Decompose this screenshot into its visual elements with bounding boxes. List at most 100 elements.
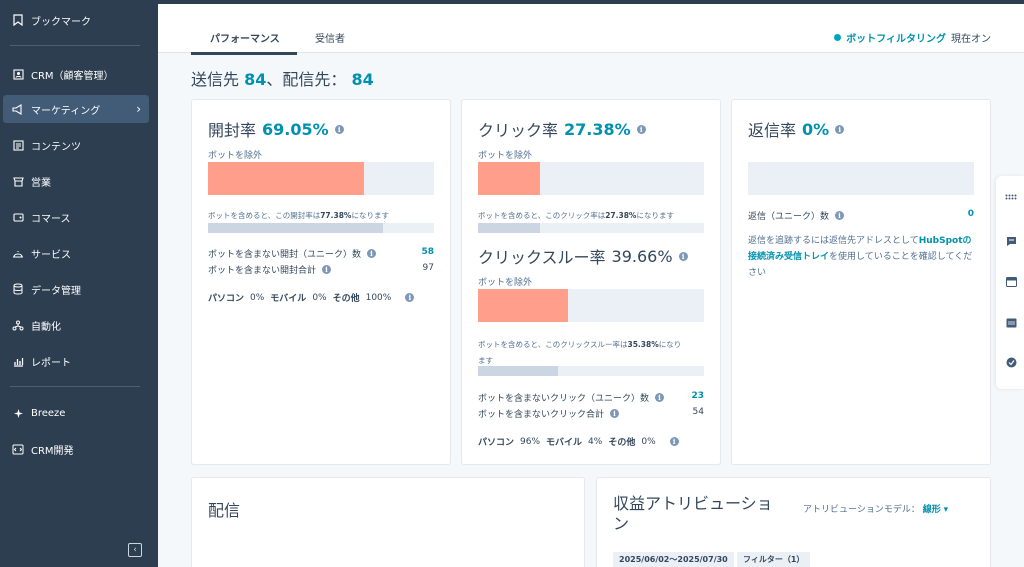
note-value: 35.38% bbox=[627, 340, 659, 349]
apps-grid-icon[interactable] bbox=[1004, 190, 1018, 204]
attribution-model-selector[interactable]: アトリビューションモデル： 線形 ▾ bbox=[803, 502, 948, 515]
revenue-attribution-card: 収益アトリビューショ ン アトリビューションモデル： 線形 ▾ 2025/06/… bbox=[596, 477, 991, 567]
other-value: 100% bbox=[365, 292, 392, 303]
chat-icon[interactable] bbox=[1004, 234, 1018, 248]
open-rate-with-bots-fill bbox=[208, 223, 383, 233]
calendar-icon[interactable] bbox=[1004, 315, 1018, 329]
unique-replies-text: 返信（ユニーク）数 bbox=[748, 212, 830, 222]
sidebar-item-crm-dev[interactable]: CRM開発 bbox=[3, 435, 149, 463]
sidebar-item-sales[interactable]: 営業 bbox=[3, 167, 149, 195]
reply-rate-label: 返信率 bbox=[748, 121, 797, 140]
bot-filter-status[interactable]: ボットフィルタリング 現在オン bbox=[834, 30, 991, 45]
total-opens-label: ボットを含まない開封合計 i bbox=[208, 263, 332, 276]
date-range-chip[interactable]: 2025/06/02〜2025/07/30 bbox=[613, 552, 734, 567]
delivered-label: 、配信先： bbox=[266, 70, 347, 89]
note-prefix: 返信を追跡するには返信先アドレスとして bbox=[748, 236, 919, 246]
bot-filter-label: ボットフィルタリング bbox=[846, 34, 946, 45]
open-rate-card: 開封率 69.05% i ボットを除外 ボットを含めると、この開封率は77.38… bbox=[191, 99, 451, 465]
send-summary: 送信先 84、配信先： 84 bbox=[191, 66, 374, 90]
megaphone-icon bbox=[11, 102, 25, 116]
note-prefix: ボットを含めると、このクリック率は bbox=[478, 211, 606, 220]
info-icon[interactable]: i bbox=[835, 124, 845, 134]
sidebar-item-automation[interactable]: 自動化 bbox=[3, 311, 149, 339]
sidebar-item-content[interactable]: コンテンツ bbox=[3, 131, 149, 159]
info-icon[interactable]: i bbox=[636, 124, 646, 134]
sidebar-divider bbox=[10, 386, 140, 387]
ctr-bar bbox=[478, 289, 704, 322]
tab-bar: パフォーマンス 受信者 ボットフィルタリング 現在オン bbox=[158, 4, 1024, 55]
open-rate-title: 開封率 69.05% i bbox=[208, 117, 344, 141]
sidebar-item-label: コンテンツ bbox=[31, 141, 81, 153]
other-label: その他 bbox=[332, 294, 360, 304]
unique-replies-value[interactable]: 0 bbox=[968, 209, 974, 219]
title-line: ン bbox=[613, 514, 630, 533]
title-line: 収益アトリビューショ bbox=[613, 494, 773, 513]
click-rate-value: 27.38% bbox=[564, 119, 631, 139]
sidebar-item-commerce[interactable]: コマース bbox=[3, 203, 149, 231]
collapse-sidebar-button[interactable]: ‹ bbox=[128, 543, 142, 557]
bot-filter-state: 現在オン bbox=[951, 34, 991, 45]
desktop-value: 0% bbox=[250, 292, 265, 303]
caret-down-icon: ▾ bbox=[943, 505, 949, 515]
info-icon[interactable]: i bbox=[334, 124, 344, 134]
sidebar-item-label: レポート bbox=[31, 357, 71, 369]
active-tab-indicator bbox=[191, 52, 297, 55]
ctr-value: 39.66% bbox=[611, 246, 673, 266]
info-icon[interactable]: i bbox=[405, 293, 415, 302]
sidebar-item-label: CRM開発 bbox=[31, 445, 74, 457]
delivery-card: 配信 bbox=[191, 477, 585, 567]
click-rate-bar-fill bbox=[478, 162, 540, 195]
info-icon[interactable]: i bbox=[678, 251, 688, 261]
sidebar-item-label: マーケティング bbox=[31, 105, 101, 117]
filter-chip[interactable]: フィルター（1） bbox=[737, 552, 811, 567]
info-icon[interactable]: i bbox=[322, 265, 332, 274]
info-icon[interactable]: i bbox=[669, 437, 679, 446]
ctr-with-bots-bar bbox=[478, 366, 704, 376]
sidebar-item-reports[interactable]: レポート bbox=[3, 347, 149, 375]
note-value: 77.38% bbox=[320, 211, 352, 220]
click-rate-with-bots-bar bbox=[478, 223, 704, 233]
note-value: 27.38% bbox=[605, 211, 637, 220]
sidebar-item-crm[interactable]: CRM（顧客管理） bbox=[3, 60, 149, 88]
info-icon[interactable]: i bbox=[367, 249, 377, 258]
total-clicks-label: ボットを含まないクリック合計 i bbox=[478, 407, 620, 420]
unique-clicks-value[interactable]: 23 bbox=[691, 391, 704, 401]
sidebar-item-bookmarks[interactable]: ブックマーク bbox=[3, 6, 149, 34]
unique-opens-value[interactable]: 58 bbox=[421, 247, 434, 257]
attribution-model-value[interactable]: 線形 bbox=[923, 505, 941, 515]
click-rate-bar bbox=[478, 162, 704, 195]
info-icon[interactable]: i bbox=[835, 211, 845, 220]
browser-icon[interactable] bbox=[1004, 275, 1018, 289]
info-icon[interactable]: i bbox=[655, 393, 665, 402]
other-label: その他 bbox=[608, 438, 636, 448]
reply-rate-value: 0% bbox=[802, 119, 830, 139]
delivered-count: 84 bbox=[351, 70, 374, 89]
content-icon bbox=[11, 138, 25, 152]
sidebar-item-data-management[interactable]: データ管理 bbox=[3, 275, 149, 303]
info-icon[interactable]: i bbox=[610, 409, 620, 418]
other-value: 0% bbox=[641, 436, 656, 447]
contacts-icon bbox=[11, 67, 25, 81]
breeze-icon bbox=[11, 406, 25, 420]
sidebar-nav: ブックマーク CRM（顧客管理） マーケティング › コンテンツ 営業 コマース… bbox=[0, 0, 158, 567]
note-suffix: になります bbox=[351, 211, 389, 220]
tab-recipients[interactable]: 受信者 bbox=[315, 30, 345, 45]
check-badge-icon[interactable] bbox=[1004, 355, 1018, 369]
note-suffix: ます bbox=[478, 356, 493, 365]
sidebar-item-label: コマース bbox=[31, 213, 71, 225]
commerce-icon bbox=[11, 210, 25, 224]
open-device-breakdown: パソコン 0% モバイル 0% その他 100% i bbox=[208, 291, 415, 304]
tab-performance[interactable]: パフォーマンス bbox=[210, 30, 280, 45]
total-opens-text: ボットを含まない開封合計 bbox=[208, 266, 317, 276]
sidebar-item-breeze[interactable]: Breeze bbox=[3, 399, 149, 427]
total-opens-value: 97 bbox=[422, 263, 434, 273]
sidebar-item-marketing[interactable]: マーケティング › bbox=[3, 95, 149, 123]
developer-icon bbox=[11, 442, 25, 456]
sidebar-item-label: ブックマーク bbox=[31, 16, 91, 28]
ctr-bar-fill bbox=[478, 289, 568, 322]
sidebar-item-label: サービス bbox=[31, 249, 71, 261]
chevron-right-icon: › bbox=[136, 102, 141, 116]
open-rate-label: 開封率 bbox=[208, 121, 257, 140]
sidebar-item-service[interactable]: サービス bbox=[3, 239, 149, 267]
mobile-label: モバイル bbox=[270, 294, 307, 304]
